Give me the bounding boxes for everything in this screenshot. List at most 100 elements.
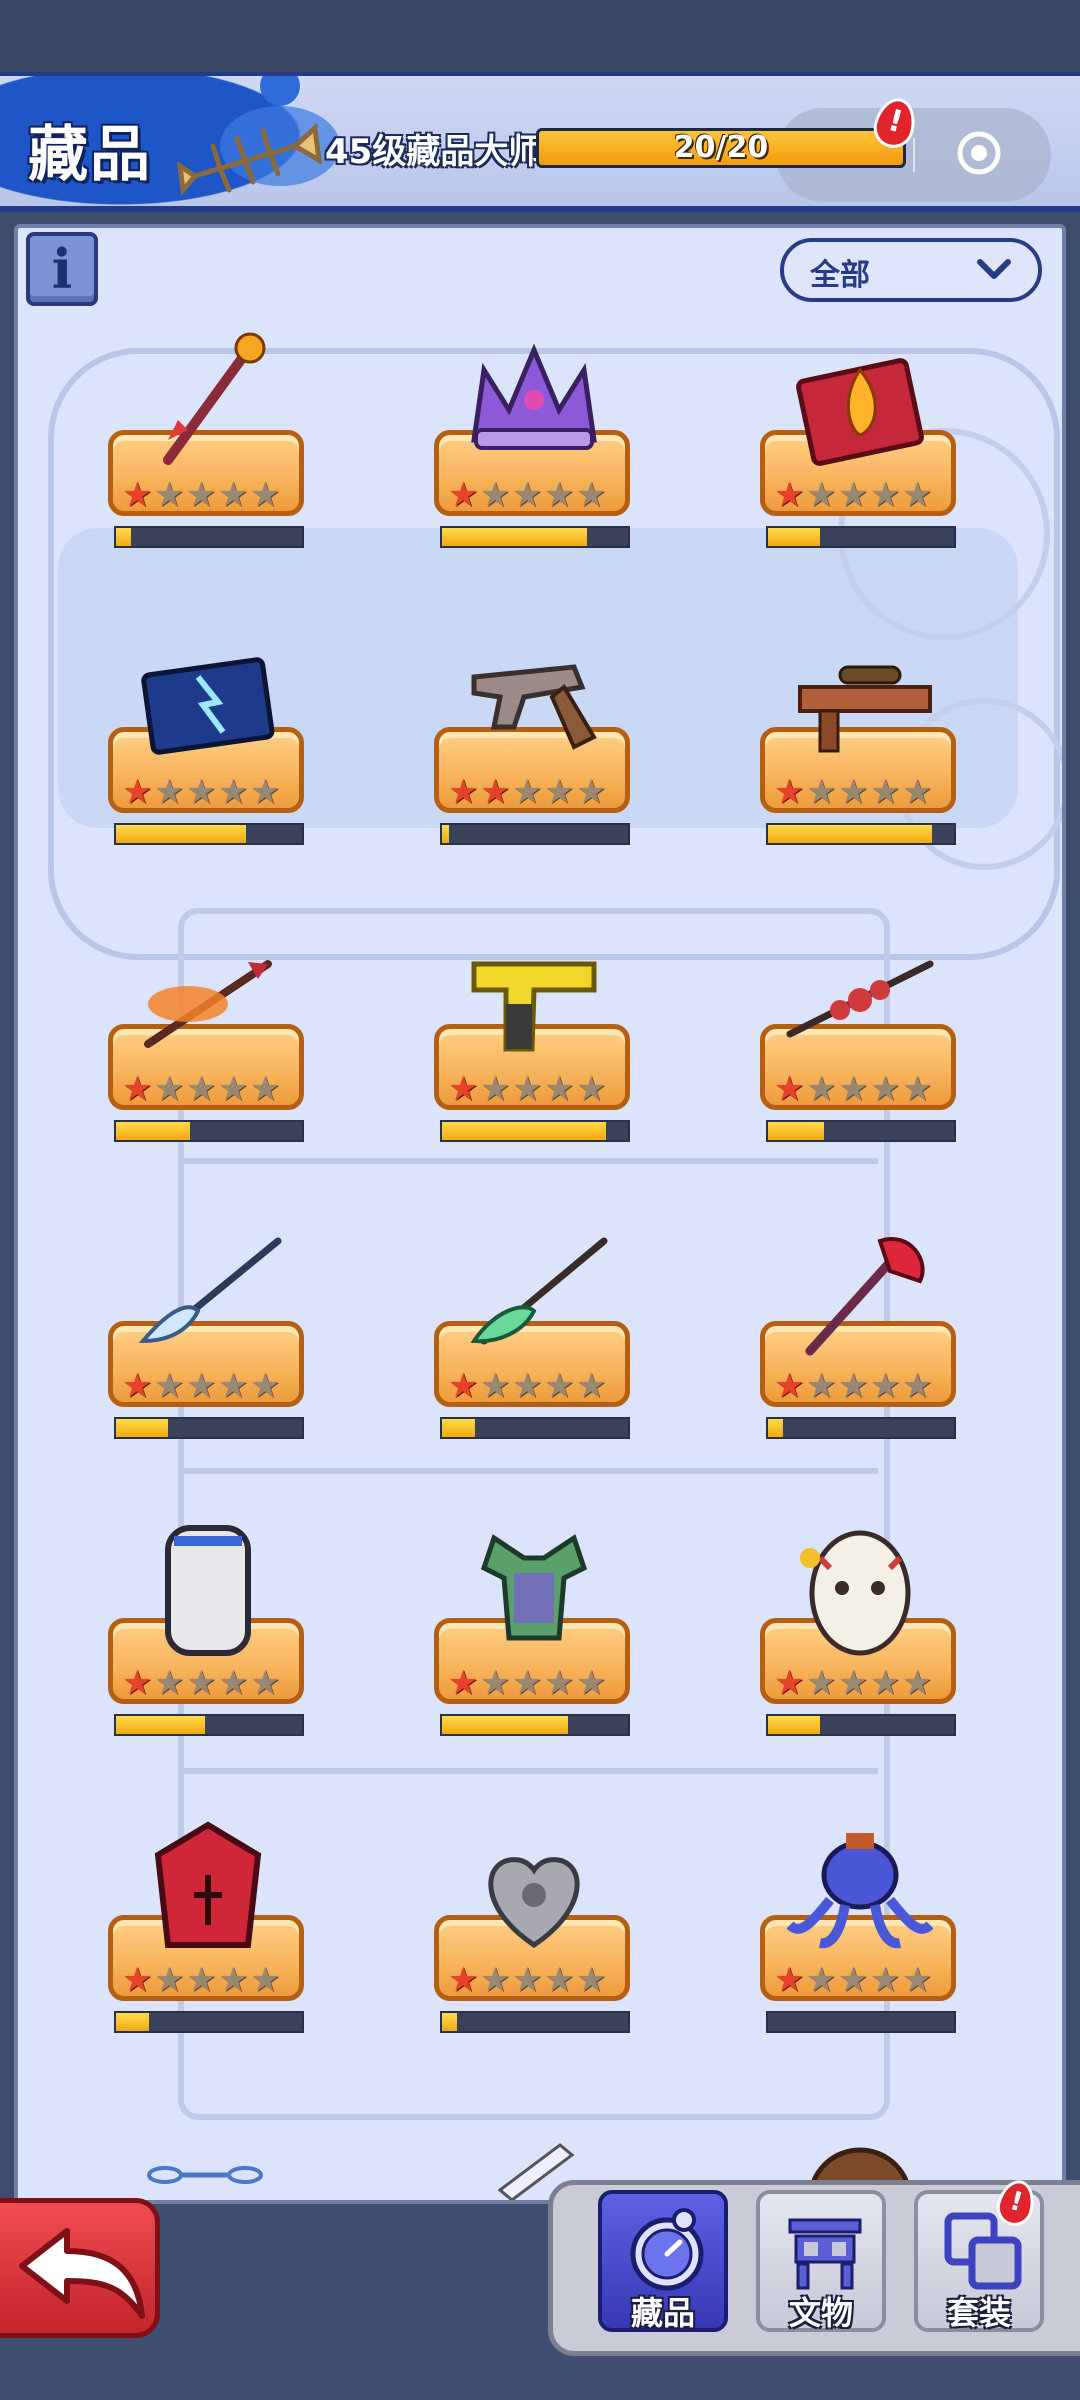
star-rating: ★ ★ ★ ★ ★: [774, 775, 934, 809]
star-icon: ★: [544, 475, 575, 515]
star-icon: ★: [218, 1366, 249, 1406]
item-progress-bar: [114, 526, 304, 548]
golden-pistol-icon: [471, 961, 597, 1052]
item-progress-bar: [440, 2011, 630, 2033]
star-icon: ★: [806, 1663, 837, 1703]
star-icon: ★: [774, 475, 805, 515]
star-icon: ★: [122, 772, 153, 812]
item-progress-bar: [766, 1714, 956, 1736]
fishbone-icon: [176, 122, 323, 196]
star-icon: ★: [218, 1663, 249, 1703]
target-circle-icon[interactable]: [956, 130, 1002, 176]
tab-relics[interactable]: 文物: [756, 2190, 886, 2332]
star-icon: ★: [218, 475, 249, 515]
progress-fill: [768, 825, 932, 843]
collection-item-hockey-mask[interactable]: ★ ★ ★ ★ ★: [760, 1518, 960, 1778]
tab-label: 文物: [788, 2294, 853, 2332]
collector-progress-bar: 20/20: [536, 128, 906, 168]
star-rating: ★ ★ ★ ★ ★: [122, 478, 282, 512]
star-icon: ★: [806, 475, 837, 515]
collection-item-police-shield[interactable]: ★ ★ ★ ★ ★: [108, 1518, 308, 1778]
collection-item-lightning-book[interactable]: ★ ★ ★ ★ ★: [108, 627, 308, 887]
star-icon: ★: [218, 772, 249, 812]
collection-item-octopus-guitarist[interactable]: ★ ★ ★ ★ ★: [760, 1815, 960, 2075]
star-rating: ★ ★ ★ ★ ★: [774, 478, 934, 512]
progress-fill: [442, 1716, 569, 1734]
progress-fill: [442, 2013, 457, 2031]
star-icon: ★: [250, 1663, 281, 1703]
compass-clock-icon: [630, 2208, 704, 2291]
star-icon: ★: [218, 1069, 249, 1109]
star-icon: ★: [186, 772, 217, 812]
collection-item-flame-book[interactable]: ★ ★ ★ ★ ★: [760, 330, 960, 590]
chevron-down-icon: [977, 259, 1011, 279]
star-icon: ★: [186, 1069, 217, 1109]
star-icon: ★: [576, 1960, 607, 2000]
star-icon: ★: [512, 1960, 543, 2000]
item-progress-bar: [114, 823, 304, 845]
progress-fill: [442, 1122, 606, 1140]
star-icon: ★: [902, 1366, 933, 1406]
thorn-spear-icon: [786, 960, 934, 1038]
tab-collection[interactable]: 藏品: [598, 2190, 728, 2332]
item-progress-bar: [766, 526, 956, 548]
star-icon: ★: [250, 772, 281, 812]
star-icon: ★: [870, 1069, 901, 1109]
fire-scepter-icon: [163, 332, 266, 465]
flame-book-icon: [796, 358, 924, 466]
progress-fill: [768, 1122, 824, 1140]
star-icon: ★: [576, 772, 607, 812]
star-icon: ★: [774, 1366, 805, 1406]
collection-item-thorn-spear[interactable]: ★ ★ ★ ★ ★: [760, 924, 960, 1184]
collection-item-crimson-axe[interactable]: ★ ★ ★ ★ ★: [760, 1221, 960, 1481]
collection-item-fire-scepter[interactable]: ★ ★ ★ ★ ★: [108, 330, 308, 590]
star-icon: ★: [122, 1960, 153, 2000]
hockey-mask-icon: [800, 1530, 911, 1656]
star-rating: ★ ★ ★ ★ ★: [448, 478, 608, 512]
progress-fill: [116, 1419, 169, 1437]
star-icon: ★: [154, 1366, 185, 1406]
status-strip: [0, 0, 1080, 72]
star-icon: ★: [448, 772, 479, 812]
star-icon: ★: [838, 1366, 869, 1406]
star-icon: ★: [448, 475, 479, 515]
item-progress-bar: [766, 823, 956, 845]
star-rating: ★ ★ ★ ★ ★: [448, 1072, 608, 1106]
revolver-icon: [471, 664, 597, 750]
star-icon: ★: [250, 1960, 281, 2000]
back-button[interactable]: [0, 2198, 160, 2338]
collection-item-sniper-rifle[interactable]: ★ ★ ★ ★ ★: [760, 627, 960, 887]
star-rating: ★ ★ ★ ★ ★: [122, 1369, 282, 1403]
star-icon: ★: [838, 1663, 869, 1703]
star-icon: ★: [122, 1366, 153, 1406]
collection-item-purple-crown[interactable]: ★ ★ ★ ★ ★: [434, 330, 634, 590]
star-icon: ★: [870, 772, 901, 812]
star-icon: ★: [806, 1960, 837, 2000]
star-icon: ★: [870, 475, 901, 515]
item-progress-bar: [440, 823, 630, 845]
collection-item-mechanical-heart[interactable]: ★ ★ ★ ★ ★: [434, 1815, 634, 2075]
collection-item-jade-glaive[interactable]: ★ ★ ★ ★ ★: [434, 1221, 634, 1481]
collection-item-green-armor[interactable]: ★ ★ ★ ★ ★: [434, 1518, 634, 1778]
star-icon: ★: [512, 1069, 543, 1109]
sniper-rifle-icon: [798, 665, 932, 753]
item-progress-bar: [766, 1417, 956, 1439]
purple-crown-icon: [471, 343, 597, 450]
shrine-icon: [788, 2218, 862, 2290]
star-icon: ★: [544, 1069, 575, 1109]
collection-item-ice-glaive[interactable]: ★ ★ ★ ★ ★: [108, 1221, 308, 1481]
page-title: 藏品: [28, 120, 152, 190]
mechanical-heart-icon: [488, 1857, 580, 1949]
item-progress-bar: [440, 1417, 630, 1439]
collection-item-red-coffin-shield[interactable]: ★ ★ ★ ★ ★: [108, 1815, 308, 2075]
info-button[interactable]: i: [26, 232, 98, 306]
filter-dropdown[interactable]: 全部: [780, 238, 1042, 302]
collection-item-golden-pistol[interactable]: ★ ★ ★ ★ ★: [434, 924, 634, 1184]
progress-fill: [768, 1419, 783, 1437]
star-icon: ★: [218, 1960, 249, 2000]
collection-item-revolver[interactable]: ★ ★ ★ ★ ★: [434, 627, 634, 887]
star-icon: ★: [902, 1663, 933, 1703]
crimson-axe-icon: [805, 1237, 925, 1356]
star-icon: ★: [512, 475, 543, 515]
collection-item-fire-arrow[interactable]: ★ ★ ★ ★ ★: [108, 924, 308, 1184]
